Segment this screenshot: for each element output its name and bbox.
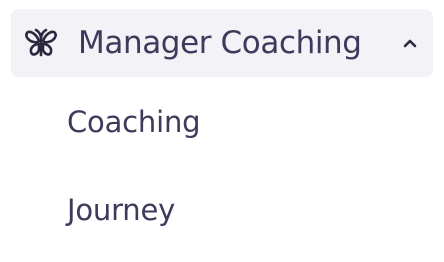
nav-group-manager-coaching: Manager Coaching [11, 9, 433, 77]
group-header-manager-coaching[interactable]: Manager Coaching [11, 9, 433, 77]
butterfly-icon [23, 25, 59, 61]
nav-item-journey[interactable]: Journey [67, 190, 175, 230]
nav-item-coaching[interactable]: Coaching [67, 102, 201, 142]
chevron-up-icon[interactable] [399, 32, 421, 54]
group-header-label: Manager Coaching [78, 25, 362, 61]
